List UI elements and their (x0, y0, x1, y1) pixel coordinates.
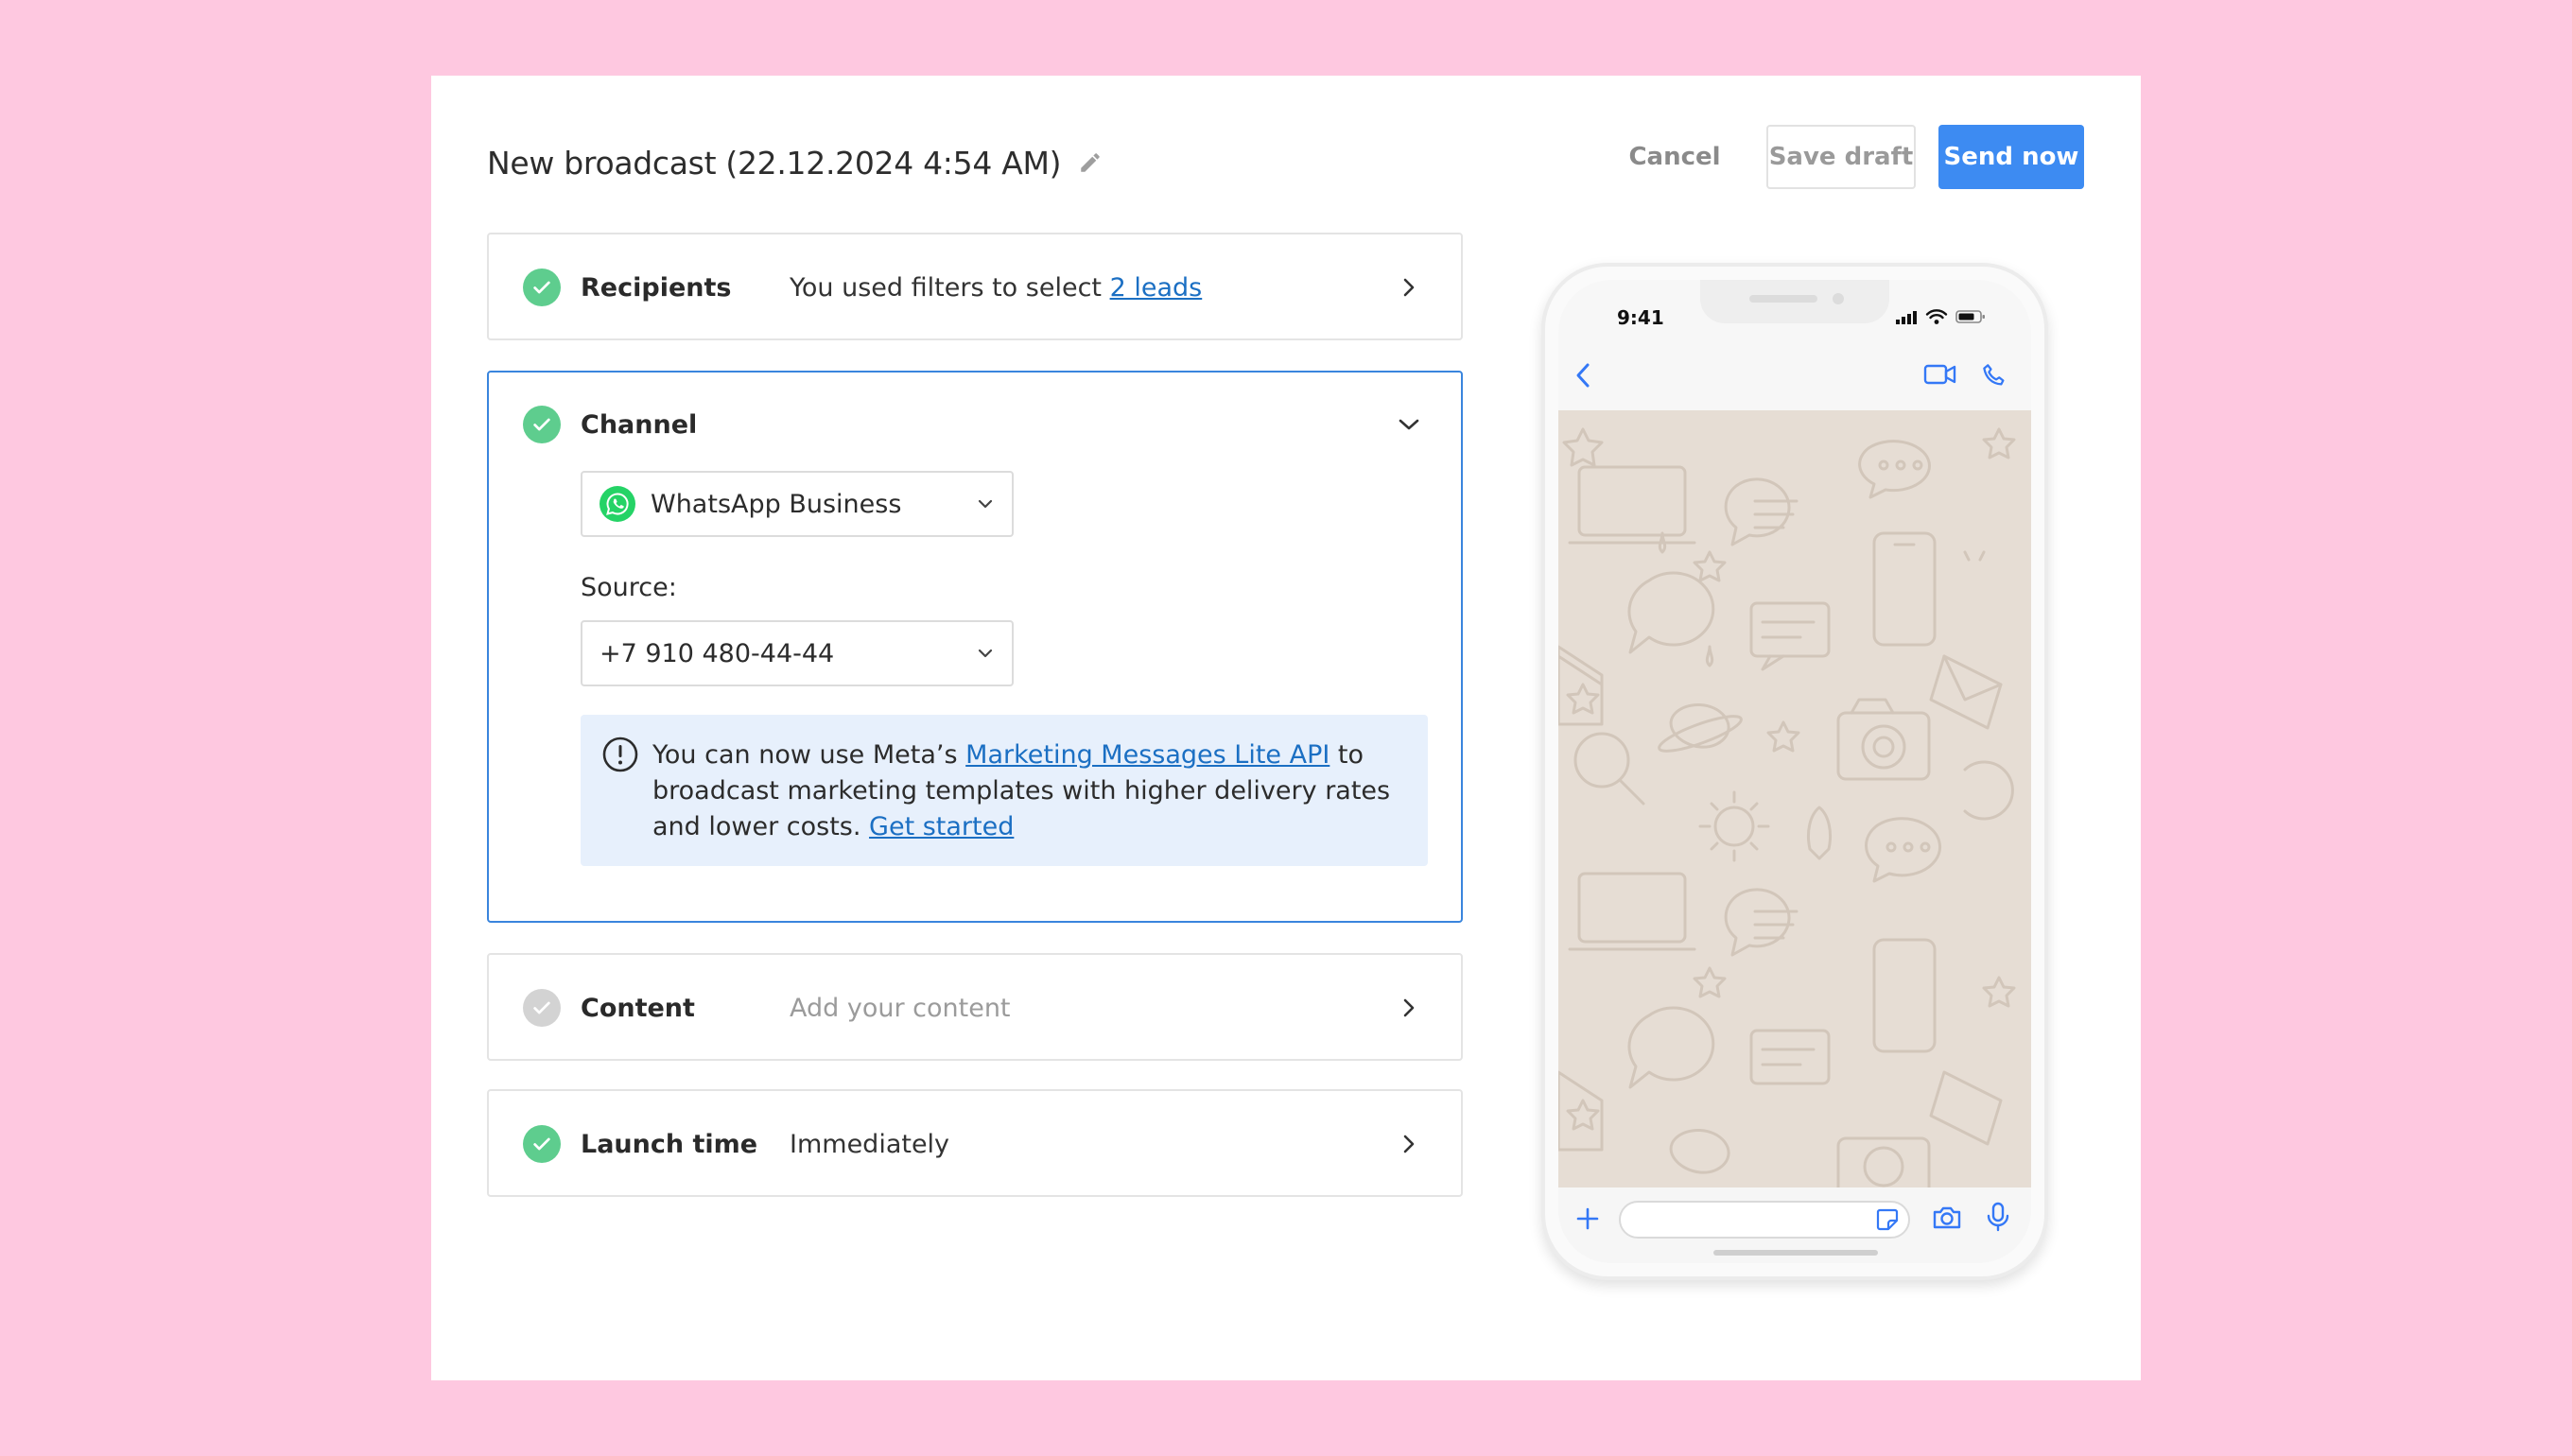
chevron-right-icon[interactable] (1397, 996, 1421, 1020)
summary-text: You used filters to select (790, 272, 1110, 303)
wifi-icon (1925, 308, 1948, 329)
step-launch-time[interactable]: Launch time Immediately (487, 1089, 1463, 1197)
step-launch-header[interactable]: Launch time Immediately (489, 1091, 1461, 1197)
chevron-down-icon (976, 494, 997, 514)
source-select[interactable]: +7 910 480-44-44 (581, 620, 1014, 686)
step-recipients[interactable]: Recipients You used filters to select 2 … (487, 233, 1463, 340)
phone-preview: 9:41 (1541, 263, 2048, 1280)
step-channel: Channel WhatsApp Business Source: +7 910… (487, 371, 1463, 923)
get-started-link[interactable]: Get started (869, 812, 1014, 841)
step-content-header[interactable]: Content Add your content (489, 955, 1461, 1061)
info-text-part: You can now use Meta’s (652, 740, 966, 770)
sticker-icon[interactable] (1874, 1206, 1901, 1237)
step-summary: Add your content (790, 993, 1011, 1023)
title-row: New broadcast (22.12.2024 4:54 AM) (487, 134, 1106, 191)
whatsapp-icon (600, 486, 635, 522)
status-icons (1895, 308, 1986, 329)
header-actions: Cancel Save draft Send now (1604, 125, 2084, 189)
leads-link[interactable]: 2 leads (1110, 273, 1203, 303)
chevron-right-icon[interactable] (1397, 1132, 1421, 1156)
microphone-icon[interactable] (1986, 1201, 2010, 1237)
chevron-down-icon (976, 643, 997, 664)
step-label: Recipients (581, 272, 732, 303)
battery-icon (1955, 309, 1986, 328)
notch-speaker (1749, 295, 1817, 303)
broadcast-editor-card: New broadcast (22.12.2024 4:54 AM) Cance… (431, 76, 2141, 1380)
wallpaper-doodles (1558, 427, 2016, 1197)
notch-camera (1833, 293, 1844, 304)
back-chevron-icon[interactable] (1573, 361, 1594, 393)
check-done-icon (523, 1125, 561, 1163)
chat-wallpaper (1558, 410, 2031, 1197)
step-recipients-header[interactable]: Recipients You used filters to select 2 … (489, 234, 1461, 340)
page-title: New broadcast (22.12.2024 4:54 AM) (487, 144, 1062, 182)
step-label: Launch time (581, 1129, 758, 1159)
info-exclamation-icon (601, 736, 639, 773)
send-now-button[interactable]: Send now (1938, 125, 2084, 189)
channel-select-value: WhatsApp Business (651, 489, 902, 519)
chevron-down-icon[interactable] (1397, 412, 1421, 437)
channel-select[interactable]: WhatsApp Business (581, 471, 1014, 537)
chat-header (1558, 340, 2031, 410)
info-text: You can now use Meta’s Marketing Message… (652, 737, 1399, 845)
info-banner: You can now use Meta’s Marketing Message… (581, 715, 1428, 866)
plus-icon[interactable] (1573, 1205, 1602, 1237)
camera-icon[interactable] (1931, 1203, 1963, 1237)
step-label: Channel (581, 409, 698, 440)
chevron-right-icon[interactable] (1397, 275, 1421, 300)
signal-icon (1895, 309, 1918, 328)
step-channel-header[interactable]: Channel (489, 373, 1461, 477)
home-indicator (1713, 1250, 1878, 1256)
check-done-icon (523, 269, 561, 306)
save-draft-button[interactable]: Save draft (1766, 125, 1916, 189)
step-content[interactable]: Content Add your content (487, 953, 1463, 1061)
step-summary: You used filters to select 2 leads (790, 273, 1202, 303)
phone-notch (1700, 280, 1889, 323)
video-call-icon[interactable] (1923, 361, 1957, 391)
phone-screen: 9:41 (1558, 280, 2031, 1263)
check-pending-icon (523, 989, 561, 1027)
phone-call-icon[interactable] (1980, 361, 2008, 393)
step-summary: Immediately (790, 1129, 950, 1159)
cancel-button[interactable]: Cancel (1604, 125, 1746, 189)
step-label: Content (581, 993, 695, 1023)
source-label: Source: (581, 573, 677, 602)
message-input[interactable] (1619, 1201, 1910, 1239)
status-time: 9:41 (1617, 306, 1664, 329)
check-done-icon (523, 406, 561, 443)
marketing-api-link[interactable]: Marketing Messages Lite API (965, 740, 1329, 770)
source-select-value: +7 910 480-44-44 (600, 638, 835, 668)
edit-pencil-icon[interactable] (1078, 148, 1106, 177)
